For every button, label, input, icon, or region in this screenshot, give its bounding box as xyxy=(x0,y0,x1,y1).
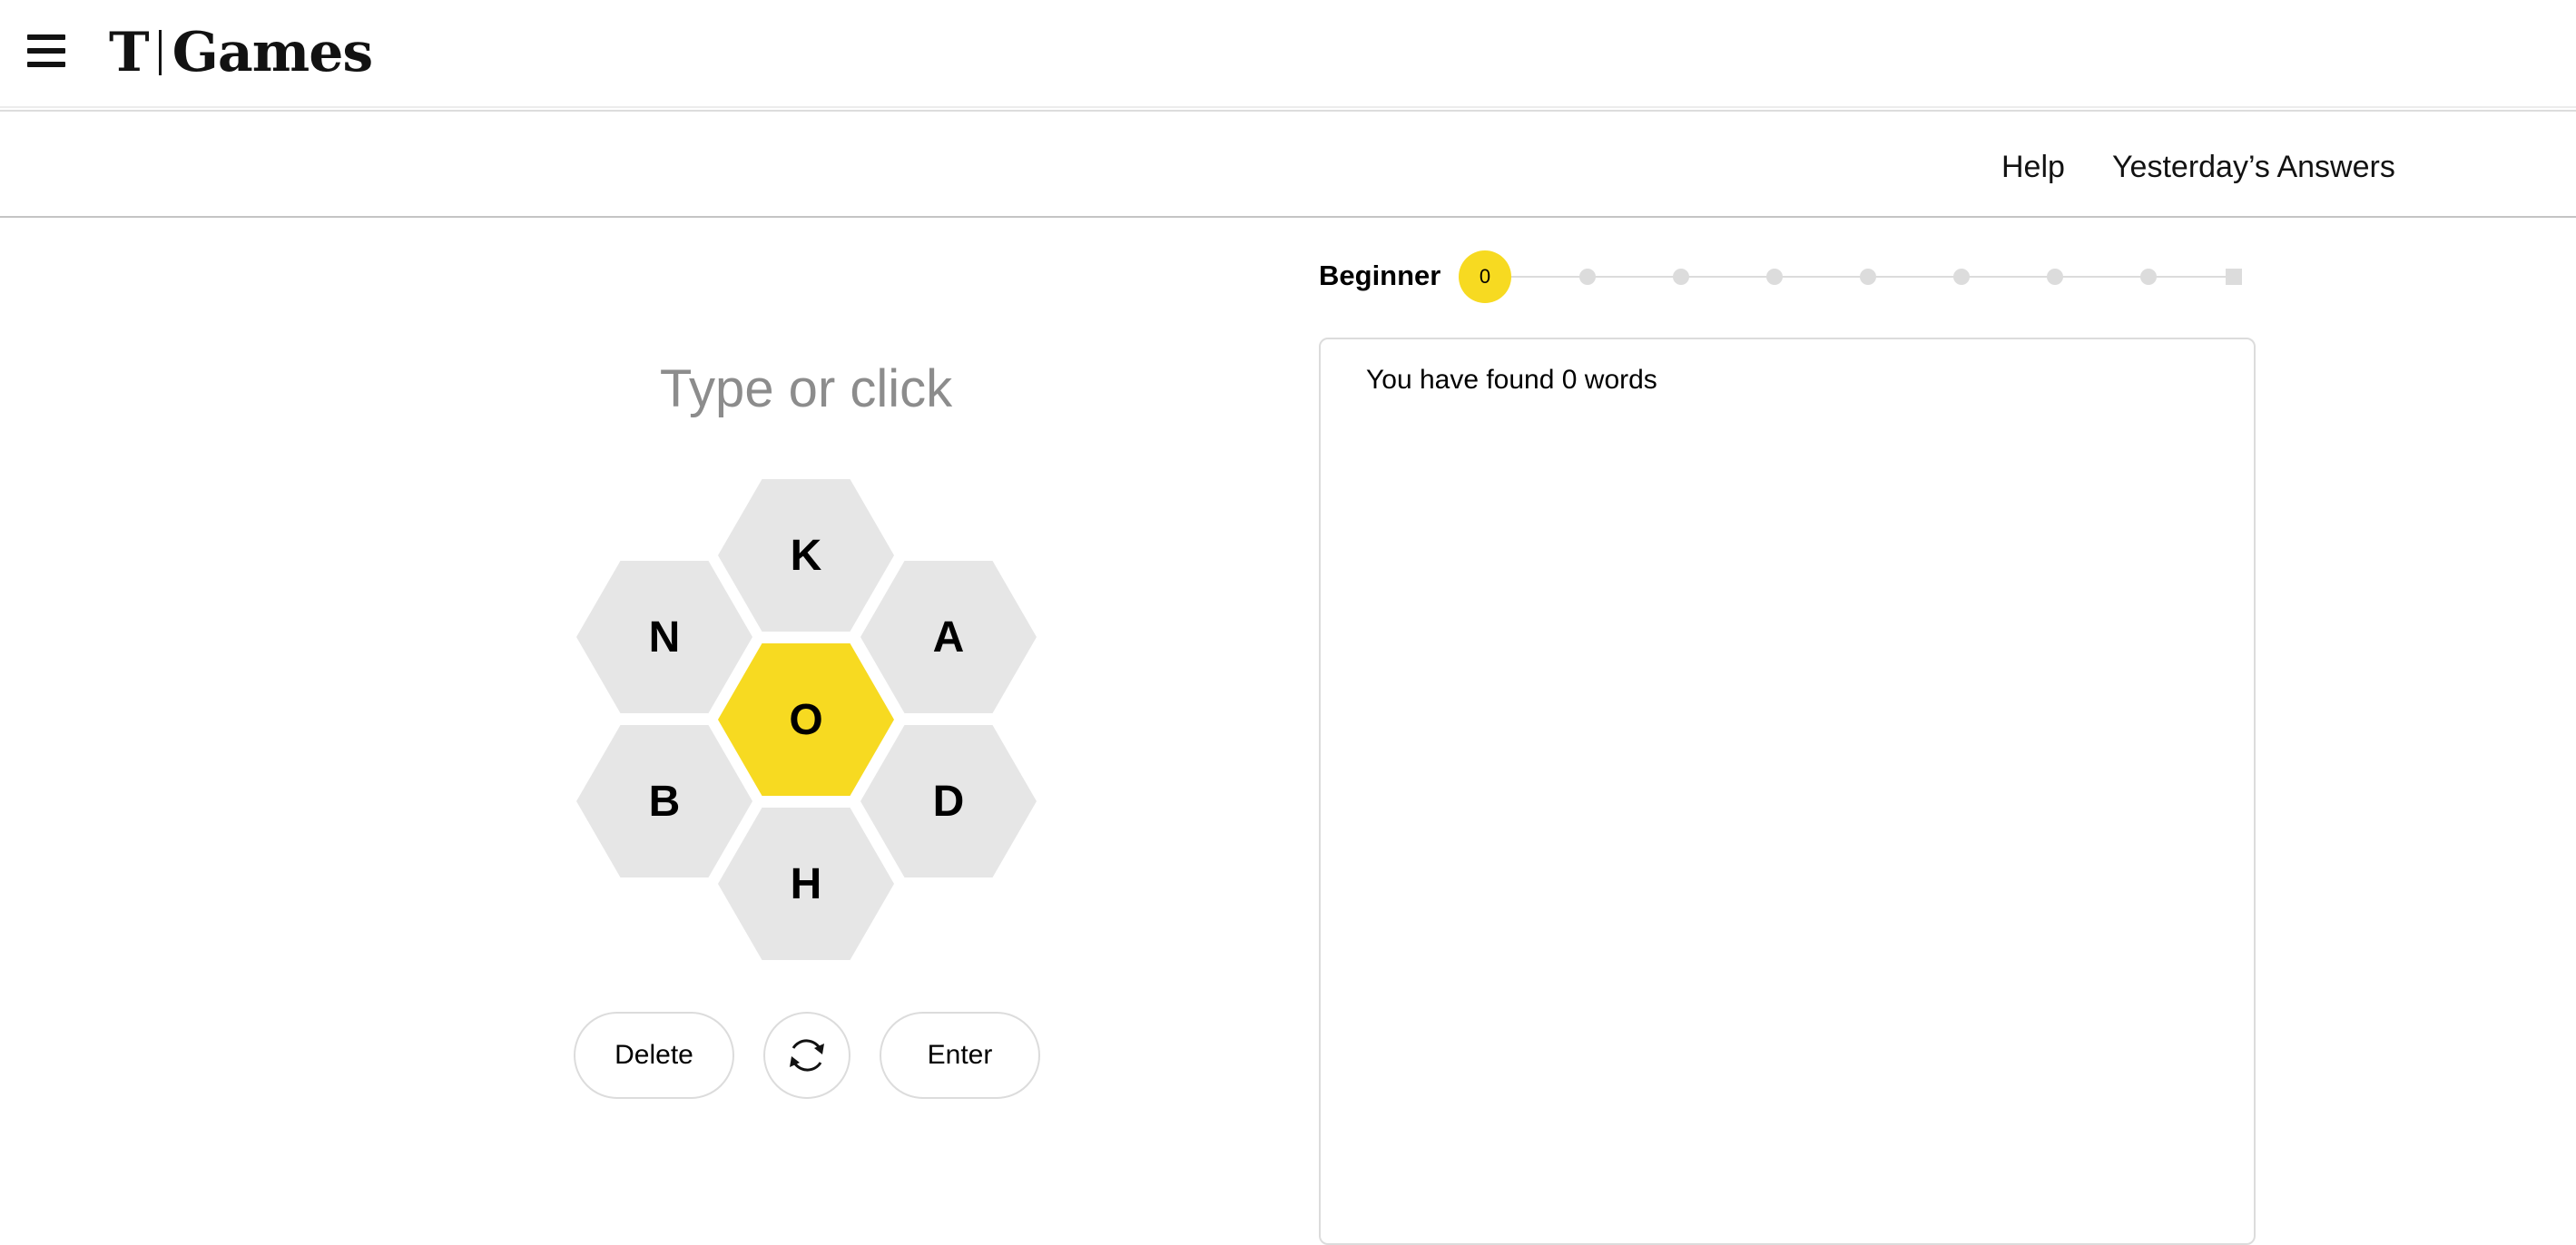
yesterdays-answers-link[interactable]: Yesterday’s Answers xyxy=(2112,150,2395,185)
progress-end-marker xyxy=(2226,269,2242,285)
hive-cell-center[interactable]: O xyxy=(718,643,894,796)
progress-marker xyxy=(1766,269,1783,285)
delete-button[interactable]: Delete xyxy=(574,1012,734,1099)
word-list-panel[interactable]: You have found 0 words xyxy=(1319,338,2256,1245)
hive-cell-outer[interactable]: A xyxy=(860,561,1037,713)
games-logo[interactable]: T Games xyxy=(109,21,374,84)
progress-marker xyxy=(2047,269,2063,285)
hive-cell-outer[interactable]: D xyxy=(860,725,1037,877)
rank-label: Beginner xyxy=(1319,260,1441,291)
progress-marker xyxy=(1953,269,1970,285)
progress-marker xyxy=(1579,269,1596,285)
enter-button[interactable]: Enter xyxy=(880,1012,1040,1099)
top-header: T Games xyxy=(0,0,2576,112)
progress-marker xyxy=(1673,269,1689,285)
progress-marker xyxy=(2140,269,2157,285)
sub-nav: Help Yesterday’s Answers xyxy=(0,113,2576,218)
progress-marker xyxy=(1860,269,1876,285)
hive-cell-outer[interactable]: N xyxy=(576,561,752,713)
hive-cell-outer[interactable]: H xyxy=(718,808,894,960)
hive-cell-outer[interactable]: K xyxy=(718,479,894,632)
shuffle-icon xyxy=(790,1039,824,1072)
nyt-logo-mark: T xyxy=(109,21,150,84)
word-input-prompt[interactable]: Type or click xyxy=(534,358,1078,419)
shuffle-button[interactable] xyxy=(763,1012,850,1099)
progress-score-badge: 0 xyxy=(1459,250,1511,303)
help-link[interactable]: Help xyxy=(2001,150,2065,185)
hive-cell-outer[interactable]: B xyxy=(576,725,752,877)
logo-divider xyxy=(158,30,162,75)
word-count-summary: You have found 0 words xyxy=(1366,365,1657,395)
logo-games-text: Games xyxy=(172,21,374,84)
hamburger-menu-icon[interactable] xyxy=(27,33,67,69)
